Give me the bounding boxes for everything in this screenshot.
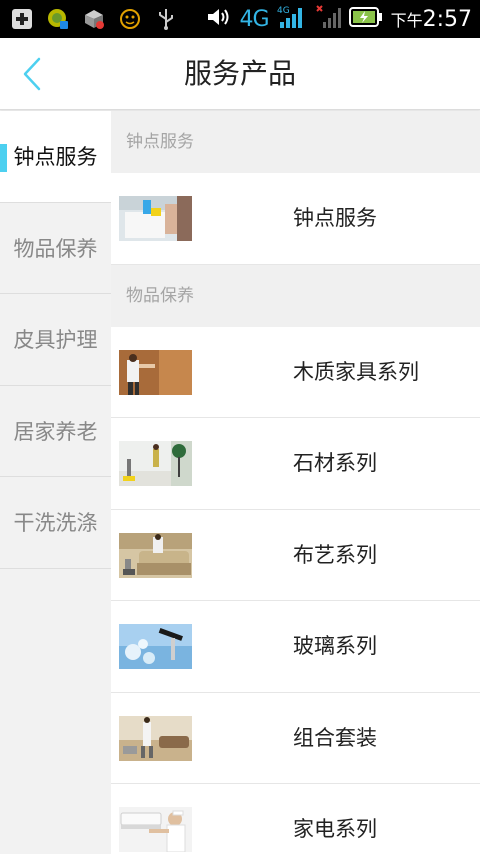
product-thumbnail (119, 715, 192, 761)
list-item[interactable]: 玻璃系列 (111, 601, 480, 693)
usb-icon (154, 7, 178, 31)
section-header: 钟点服务 (111, 111, 480, 173)
time-period-label: 下午 (390, 11, 423, 30)
page-title: 服务产品 (183, 57, 296, 90)
section-header: 物品保养 (111, 264, 480, 327)
list-item[interactable]: 家电系列 (111, 784, 480, 854)
list-item[interactable]: 钟点服务 (111, 173, 480, 265)
product-thumbnail (119, 532, 192, 578)
clock-time: 2:57 (422, 6, 472, 32)
product-name: 石材系列 (293, 451, 377, 475)
sidebar-item-item-maintenance[interactable]: 物品保养 (0, 203, 111, 294)
product-thumbnail (119, 349, 192, 395)
face-notification-icon (118, 7, 142, 31)
category-sidebar: 钟点服务 物品保养 皮具护理 居家养老 干洗洗涤 (0, 111, 111, 854)
list-item[interactable]: 石材系列 (111, 418, 480, 510)
list-item[interactable]: 木质家具系列 (111, 326, 480, 418)
product-name: 玻璃系列 (293, 634, 377, 658)
product-thumbnail (119, 196, 192, 241)
product-thumbnail (119, 807, 192, 852)
sidebar-item-home-elderly-care[interactable]: 居家养老 (0, 386, 111, 477)
product-thumbnail (119, 441, 192, 486)
list-item[interactable]: 组合套装 (111, 692, 480, 784)
product-name: 布艺系列 (293, 542, 377, 567)
network-type-label: 4G (239, 6, 270, 32)
app-header: 服务产品 (0, 38, 480, 110)
signal-no-service-icon (315, 4, 341, 34)
add-notification-icon (10, 7, 34, 31)
app-notification-icon (46, 7, 70, 31)
sidebar-item-hourly-service[interactable]: 钟点服务 (0, 111, 111, 203)
battery-charging-icon (348, 6, 383, 32)
volume-icon (206, 5, 232, 33)
sidebar-item-leather-care[interactable]: 皮具护理 (0, 294, 111, 386)
svg-text:4G: 4G (277, 6, 290, 16)
status-bar: 4G 4G 下午 2:57 (0, 0, 480, 38)
signal-icon: 4G (277, 4, 307, 34)
product-name: 家电系列 (293, 817, 377, 841)
list-item[interactable]: 布艺系列 (111, 509, 480, 601)
product-name: 组合套装 (293, 725, 377, 750)
product-list: 钟点服务 钟点服务 物品保养 木质家具系列 石材系列 布艺系列 玻璃系列 组合套… (111, 111, 480, 854)
product-name: 钟点服务 (293, 206, 377, 230)
box-notification-icon (82, 7, 106, 31)
product-thumbnail (119, 624, 192, 669)
sidebar-item-dry-cleaning[interactable]: 干洗洗涤 (0, 477, 111, 569)
product-name: 木质家具系列 (293, 359, 419, 384)
